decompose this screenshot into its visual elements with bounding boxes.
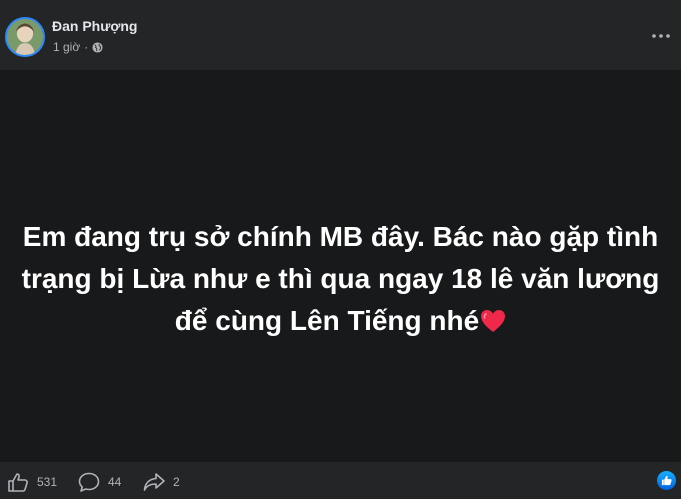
more-options-button[interactable] <box>647 26 675 46</box>
author-name[interactable]: Đan Phượng <box>52 18 137 34</box>
more-dots-icon <box>652 34 670 38</box>
share-arrow-icon <box>143 473 165 491</box>
meta-separator: · <box>84 40 89 54</box>
comment-button[interactable]: 44 <box>78 472 121 492</box>
status-background: Em đang trụ sở chính MB đây. Bác nào gặp… <box>0 70 681 462</box>
avatar[interactable] <box>5 17 45 57</box>
post-meta: 1 giờ · <box>53 40 103 54</box>
globe-icon[interactable] <box>92 41 103 53</box>
share-count: 2 <box>173 475 180 489</box>
share-button[interactable]: 2 <box>143 472 180 492</box>
post-card: Đan Phượng 1 giờ · Em đang trụ sở chính … <box>0 0 681 499</box>
avatar-photo <box>7 19 43 55</box>
comment-count: 44 <box>108 475 122 489</box>
heart-emoji-icon <box>481 310 506 332</box>
status-text: Em đang trụ sở chính MB đây. Bác nào gặp… <box>21 221 660 336</box>
like-button[interactable]: 531 <box>7 472 57 492</box>
post-header: Đan Phượng 1 giờ · <box>0 0 681 70</box>
like-reaction-icon <box>661 475 672 486</box>
like-count: 531 <box>37 475 58 489</box>
like-reaction-badge[interactable] <box>657 471 676 490</box>
post-actions: 531 44 2 <box>0 462 681 499</box>
post-timestamp[interactable]: 1 giờ <box>53 40 80 54</box>
comment-icon <box>78 472 100 492</box>
thumbs-up-icon <box>8 473 28 492</box>
status-message: Em đang trụ sở chính MB đây. Bác nào gặp… <box>21 216 661 342</box>
